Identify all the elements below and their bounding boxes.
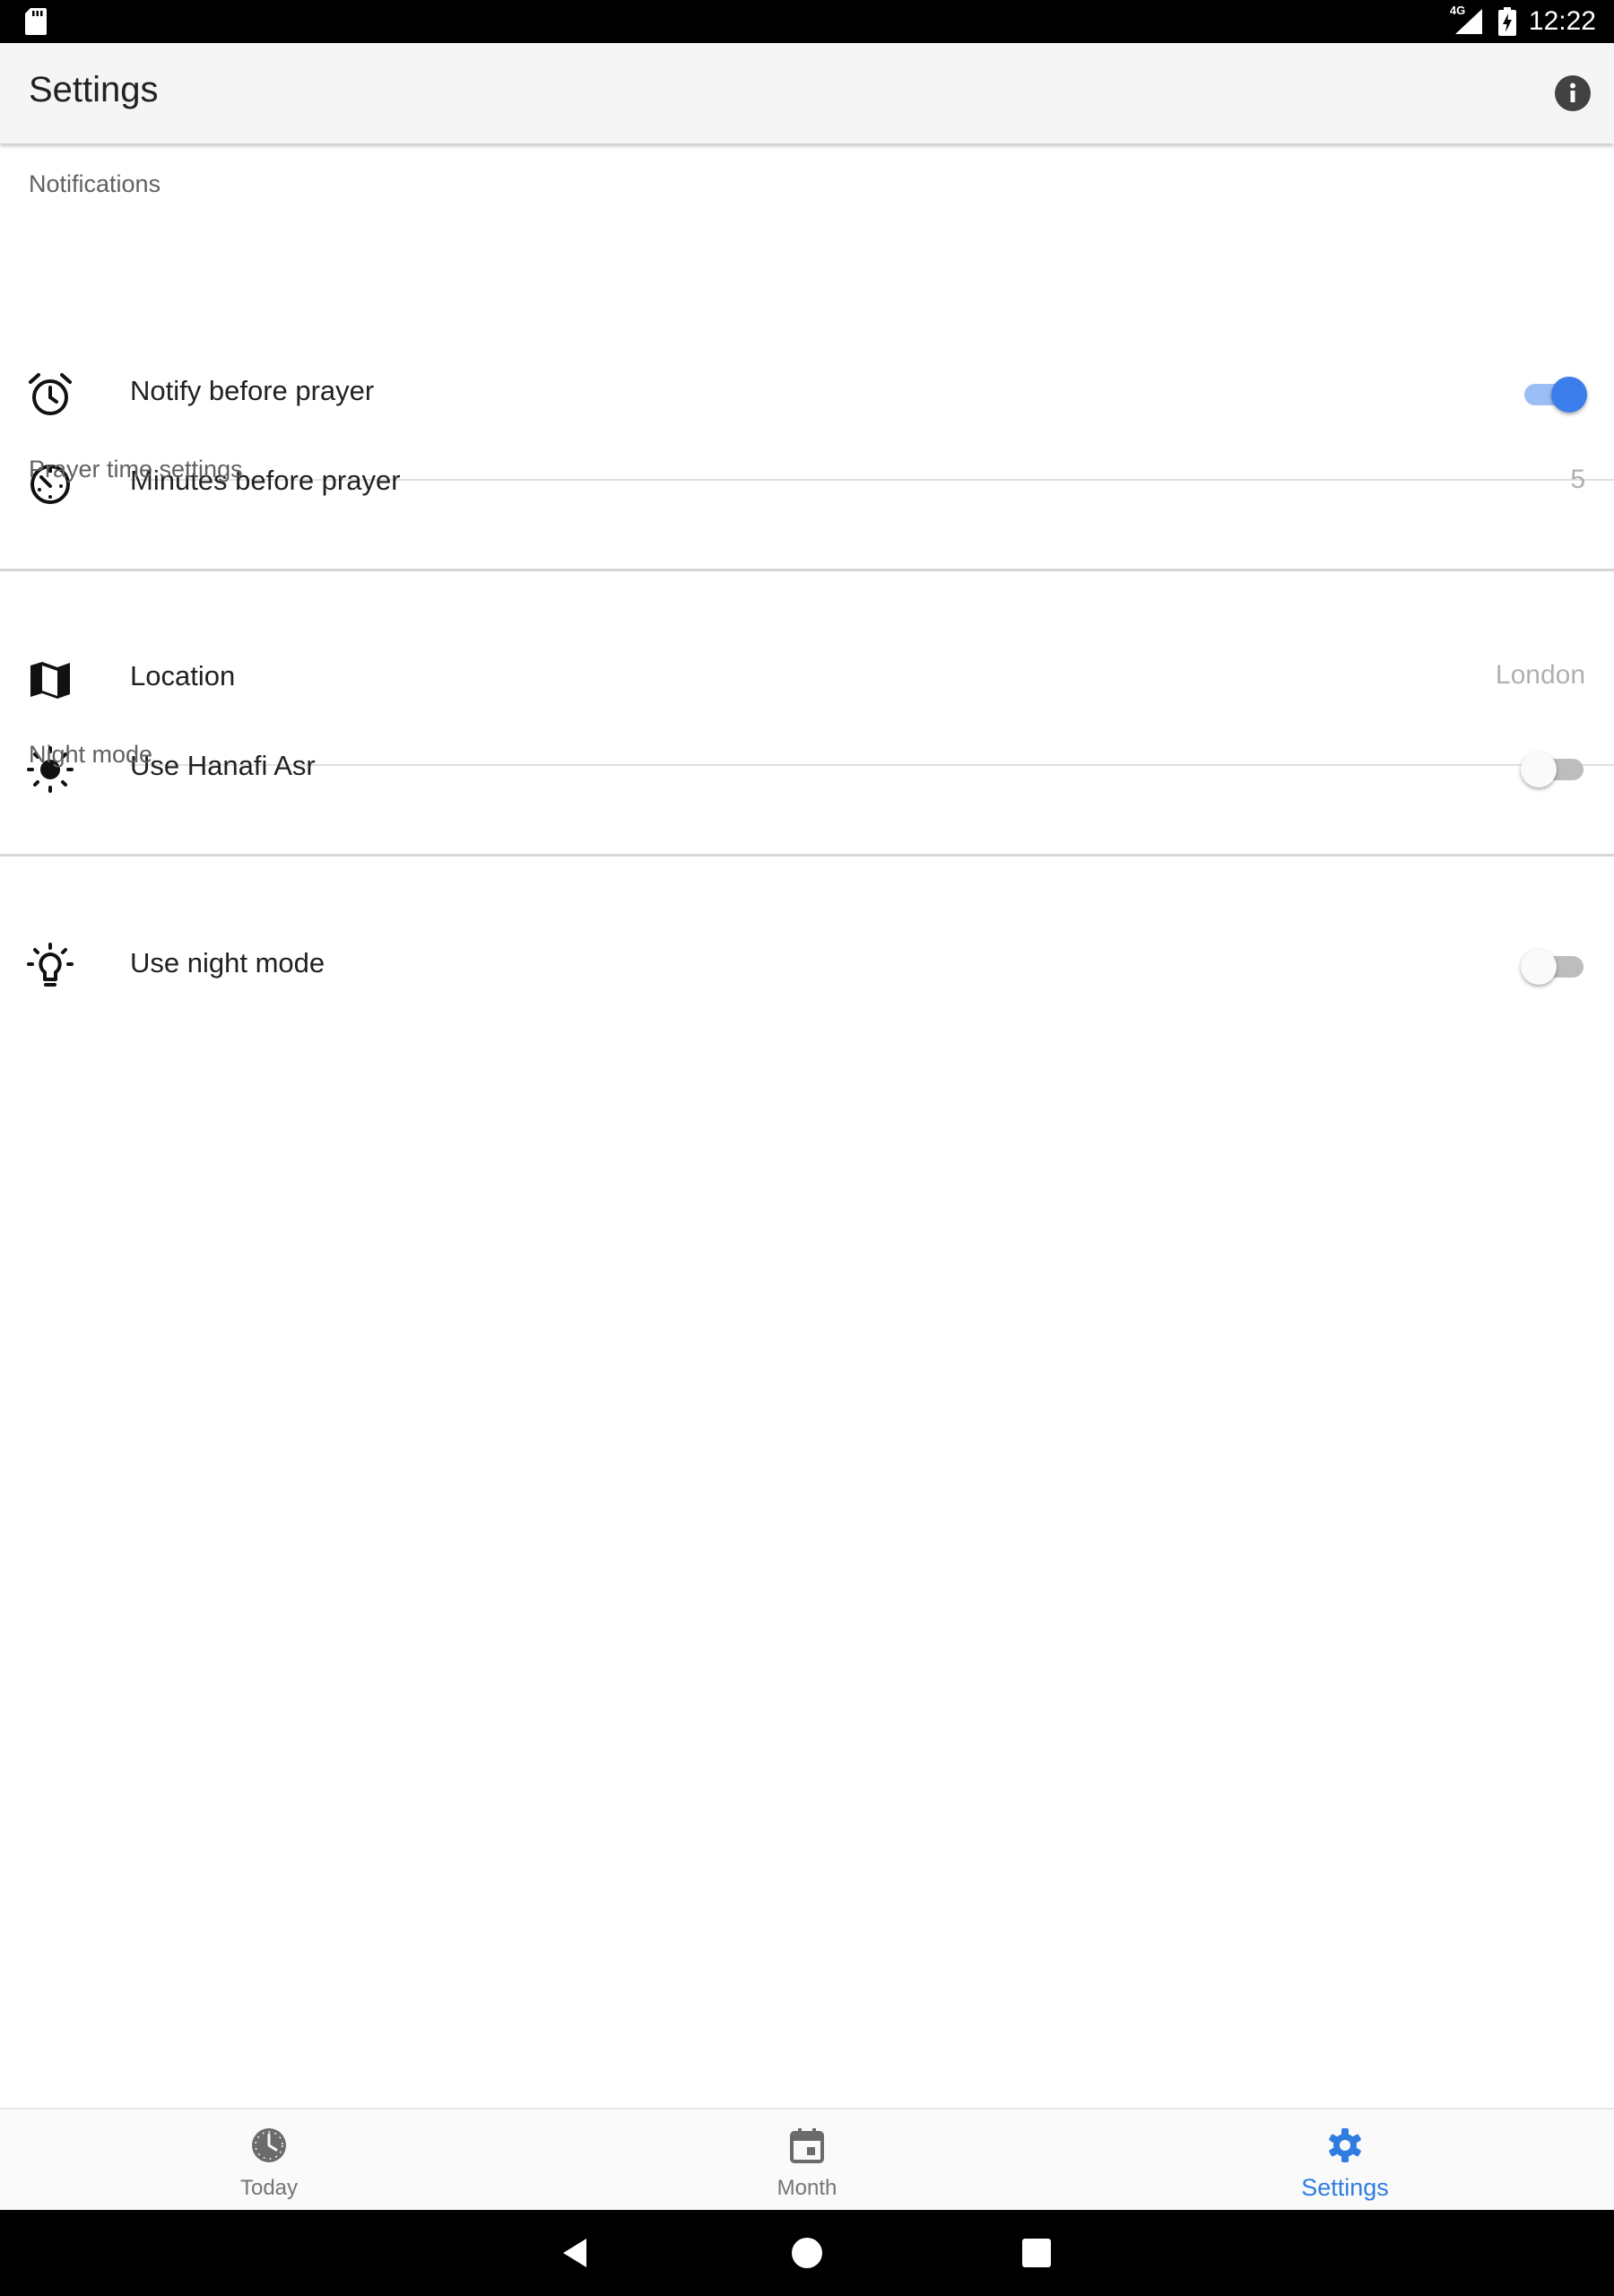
hanafi-asr-toggle[interactable]	[1521, 750, 1587, 787]
section-divider	[0, 569, 1614, 571]
section-header-night-mode: Night mode	[29, 741, 153, 768]
nav-item-month[interactable]: Month	[538, 2109, 1076, 2210]
nav-item-settings[interactable]: Settings	[1076, 2109, 1614, 2210]
recents-icon[interactable]	[1017, 2233, 1056, 2273]
setting-value: London	[1495, 660, 1585, 690]
setting-value: 5	[1570, 465, 1585, 494]
section-divider	[0, 854, 1614, 857]
setting-label: Location	[130, 660, 236, 691]
setting-night-mode[interactable]: Use night mode	[0, 918, 1614, 1008]
night-mode-toggle[interactable]	[1521, 947, 1587, 985]
nav-label: Month	[777, 2176, 837, 2200]
setting-label: Notify before prayer	[130, 375, 375, 406]
setting-location[interactable]: Location London	[0, 631, 1614, 721]
home-icon[interactable]	[787, 2233, 827, 2273]
page-title: Settings	[29, 70, 159, 109]
sd-card-icon	[25, 8, 47, 35]
map-icon	[30, 662, 70, 699]
nav-label: Today	[239, 2176, 299, 2200]
status-time: 12:22	[1528, 6, 1596, 36]
status-bar: 4G 12:22	[0, 0, 1614, 43]
setting-hanafi-asr[interactable]: Use Hanafi Asr	[0, 721, 1614, 811]
lightbulb-icon	[27, 943, 74, 987]
nav-label: Settings	[1301, 2174, 1389, 2201]
back-icon[interactable]	[558, 2233, 597, 2273]
gear-icon	[1329, 2128, 1361, 2162]
alarm-clock-icon	[29, 373, 72, 415]
battery-charging-icon	[1497, 7, 1516, 36]
info-icon[interactable]	[1553, 74, 1592, 113]
notify-toggle[interactable]	[1521, 375, 1587, 413]
toggle-thumb	[1551, 377, 1587, 413]
app-bar: Settings	[0, 43, 1614, 144]
signal-icon: 4G	[1450, 0, 1486, 43]
section-header-prayer-time: Prayer time settings	[29, 456, 243, 483]
bottom-navigation: Today Month Settings	[0, 2108, 1614, 2210]
toggle-thumb	[1521, 949, 1557, 985]
toggle-thumb	[1521, 752, 1557, 787]
setting-label: Use Hanafi Asr	[130, 750, 316, 781]
system-navigation-bar	[0, 2210, 1614, 2296]
clock-icon	[252, 2128, 286, 2162]
section-header-notifications: Notifications	[29, 170, 161, 197]
nav-item-today[interactable]: Today	[0, 2109, 538, 2210]
setting-notify-before-prayer[interactable]: Notify before prayer	[0, 346, 1614, 436]
calendar-icon	[790, 2128, 824, 2163]
setting-label: Use night mode	[130, 947, 325, 978]
